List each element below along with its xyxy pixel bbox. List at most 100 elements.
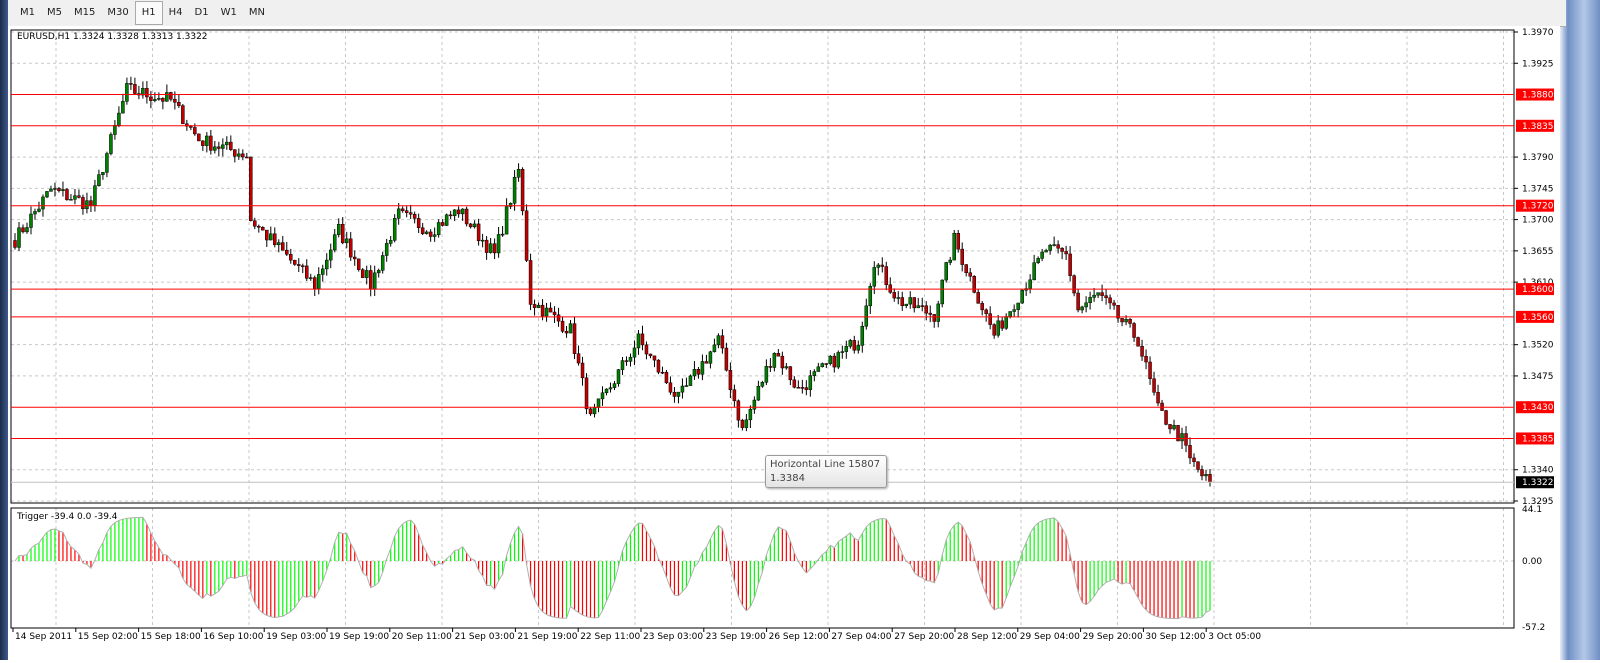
candle-bull: [424, 231, 429, 234]
candle-bear: [420, 227, 425, 234]
candle-bull: [105, 153, 109, 173]
timeframe-h4[interactable]: H4: [163, 2, 189, 24]
candle-bear: [992, 324, 996, 336]
timeframe-m15[interactable]: M15: [68, 2, 101, 24]
candle-bull: [712, 344, 717, 353]
time-axis-label: 16 Sep 10:00: [203, 632, 263, 642]
candle-bear: [340, 224, 345, 244]
candle-bull: [1020, 289, 1024, 304]
candle-bull: [93, 185, 97, 206]
candle-bear: [177, 101, 181, 106]
candle-bear: [1144, 355, 1148, 363]
candle-bear: [189, 125, 193, 128]
candle-bull: [764, 366, 769, 383]
candle-bull: [628, 356, 633, 362]
candle-bull: [848, 340, 853, 347]
candle-bear: [1188, 445, 1192, 459]
candle-bull: [85, 200, 89, 210]
candle-bear: [768, 366, 773, 368]
candle-bear: [289, 254, 293, 261]
candle-bull: [544, 307, 549, 317]
candle-bear: [528, 260, 533, 305]
candle-bull: [600, 392, 605, 400]
window-scrollbar[interactable]: [1560, 0, 1600, 660]
candle-bull: [516, 169, 521, 178]
chart-canvas[interactable]: 1.3970 1.3925 1.3790 1.3745 1.3700 1.3655 1.36…: [8, 26, 1560, 660]
timeframe-m30[interactable]: M30: [101, 2, 134, 24]
candle-bull: [45, 191, 49, 198]
candle-bull: [153, 99, 157, 101]
candle-bear: [197, 133, 201, 142]
candle-bear: [21, 227, 25, 233]
timeframe-d1[interactable]: D1: [189, 2, 215, 24]
candle-bull: [372, 272, 377, 290]
candle-bear: [1152, 378, 1156, 393]
candle-bear: [360, 269, 365, 278]
candle-bear: [696, 369, 701, 375]
window-frame-left: [0, 0, 8, 660]
candle-bull: [480, 239, 485, 242]
candle-bear: [880, 264, 885, 267]
candle-bull: [692, 369, 697, 377]
candle-bear: [572, 323, 577, 354]
candle-bear: [468, 223, 473, 228]
timeframe-mn[interactable]: MN: [243, 2, 271, 24]
candle-bear: [301, 265, 305, 267]
candle-bear: [1184, 433, 1188, 446]
chart-window[interactable]: 1.3970 1.3925 1.3790 1.3745 1.3700 1.3655 1.36…: [8, 26, 1560, 660]
candle-bear: [1000, 320, 1004, 329]
candle-bull: [688, 375, 693, 386]
time-axis-label: 21 Sep 19:00: [517, 632, 577, 642]
timeframe-w1[interactable]: W1: [215, 2, 243, 24]
timeframe-m5[interactable]: M5: [41, 2, 68, 24]
candle-bull: [604, 388, 609, 394]
indicator-label: Trigger -39.4 0.0 -39.4: [17, 512, 118, 522]
candle-bull: [1052, 244, 1056, 246]
candle-bear: [1136, 337, 1140, 347]
candle-bear: [1108, 297, 1112, 304]
candle-bull: [205, 135, 209, 146]
timeframe-toolbar: M1 M5 M15 M30 H1 H4 D1 W1 MN: [8, 0, 1566, 27]
candle-bull: [812, 371, 817, 376]
candle-bear: [1156, 392, 1160, 404]
timeframe-m1[interactable]: M1: [14, 2, 41, 24]
candle-bull: [748, 408, 753, 421]
timeframe-h1[interactable]: H1: [134, 1, 163, 25]
candle-bull: [904, 303, 909, 306]
candle-bull: [864, 305, 869, 327]
candle-bear: [149, 96, 153, 101]
candle-bull: [1012, 309, 1016, 312]
candle-bear: [312, 277, 317, 289]
candle-bear: [1208, 474, 1212, 483]
candle-bull: [616, 369, 621, 384]
candle-bull: [1096, 292, 1100, 296]
candle-bull: [113, 124, 117, 135]
candle-bear: [77, 195, 81, 198]
candle-bear: [257, 225, 261, 228]
candle-bull: [1088, 297, 1092, 304]
candle-bear: [520, 169, 525, 212]
candle-bear: [788, 366, 793, 381]
candle-bear: [532, 304, 537, 308]
candle-bear: [133, 84, 137, 94]
horizontal-line-price-label: 1.3720: [1522, 202, 1554, 212]
candle-bear: [728, 369, 733, 390]
candle-bull: [324, 259, 329, 270]
price-tick-label: 1.3970: [1522, 28, 1554, 38]
time-axis-label: 29 Sep 04:00: [1020, 632, 1080, 642]
candle-bear: [540, 304, 545, 317]
indicator-scale-label: -57.2: [1522, 623, 1545, 633]
candle-bear: [448, 214, 453, 217]
candle-bear: [305, 265, 309, 279]
candle-bull: [53, 188, 57, 190]
candle-bull: [844, 346, 849, 352]
candle-bear: [660, 371, 665, 374]
candle-bull: [392, 218, 397, 241]
candle-bull: [680, 385, 685, 393]
candle-bear: [285, 249, 289, 255]
candle-bear: [968, 272, 972, 277]
candle-bear: [273, 233, 277, 245]
candle-bull: [500, 233, 505, 236]
candle-bull: [944, 262, 948, 281]
candle-bear: [1112, 302, 1116, 306]
